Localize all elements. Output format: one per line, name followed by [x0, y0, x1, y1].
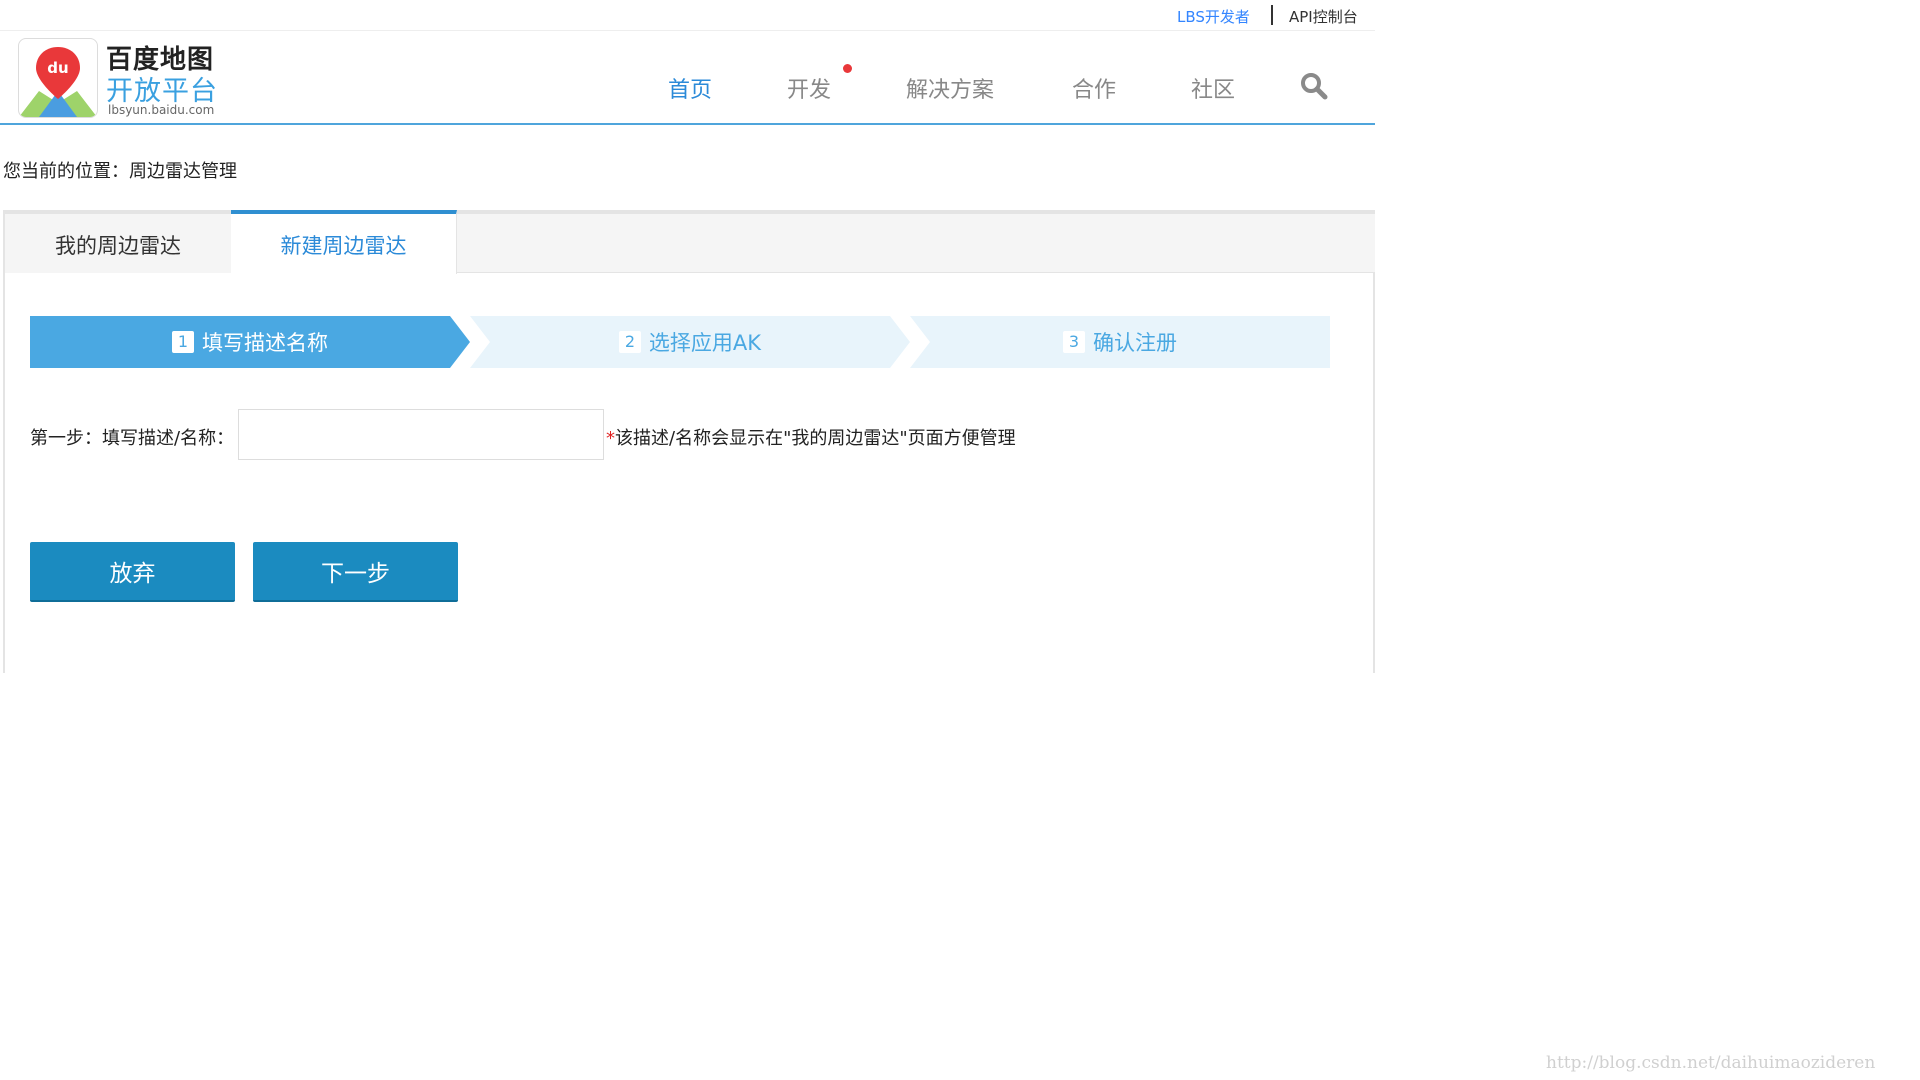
logo-badge-text: du: [47, 59, 68, 77]
tab-my-radar[interactable]: 我的周边雷达: [5, 210, 231, 273]
nav-community[interactable]: 社区: [1191, 72, 1235, 104]
map-pin-logo-icon: du: [19, 47, 97, 117]
logo-url: lbsyun.baidu.com: [108, 103, 215, 117]
step-1-label: 填写描述名称: [202, 331, 328, 355]
tab-bar: 我的周边雷达 新建周边雷达: [5, 210, 1375, 274]
lbs-developer-link[interactable]: LBS开发者: [1177, 6, 1250, 27]
step-2-label: 选择应用AK: [648, 331, 762, 355]
api-console-link[interactable]: API控制台: [1289, 6, 1358, 27]
nav-home[interactable]: 首页: [668, 72, 712, 104]
description-hint-text: 该描述/名称会显示在"我的周边雷达"页面方便管理: [615, 428, 1016, 449]
watermark: http://blog.csdn.net/daihuimaozideren: [1546, 1053, 1876, 1073]
breadcrumb: 您当前的位置：周边雷达管理: [3, 157, 237, 183]
description-input[interactable]: [238, 409, 604, 460]
step-1-number: 1: [172, 331, 194, 353]
breadcrumb-current: 周边雷达管理: [129, 161, 237, 182]
step-3-number: 3: [1063, 331, 1085, 353]
cancel-button[interactable]: 放弃: [30, 542, 235, 602]
site-header: du 百度地图 开放平台 lbsyun.baidu.com 首页 开发 解决方案…: [0, 31, 1375, 125]
topbar-divider: [1271, 5, 1273, 25]
top-utility-bar: LBS开发者 API控制台: [0, 0, 1375, 31]
step-progress: 1 填写描述名称 2 选择应用AK 3 确认注册: [30, 316, 1330, 368]
search-icon[interactable]: [1299, 71, 1329, 101]
nav-solutions[interactable]: 解决方案: [906, 72, 994, 104]
description-label: 第一步：填写描述/名称：: [30, 428, 235, 449]
step-2-number: 2: [618, 331, 641, 353]
next-step-button[interactable]: 下一步: [253, 542, 458, 602]
notification-dot: [843, 64, 852, 73]
step-3-label: 确认注册: [1093, 331, 1177, 355]
required-mark: *: [606, 428, 615, 449]
step-3: 3 确认注册: [910, 316, 1330, 368]
nav-cooperation[interactable]: 合作: [1072, 72, 1116, 104]
radar-panel: 我的周边雷达 新建周边雷达 1 填写描述名称 2 选择应用AK 3 确认注册 第…: [3, 210, 1375, 673]
step-1: 1 填写描述名称: [30, 316, 470, 368]
nav-develop[interactable]: 开发: [787, 72, 831, 104]
baidu-map-logo-icon[interactable]: du: [18, 38, 98, 118]
tab-new-radar[interactable]: 新建周边雷达: [231, 210, 457, 274]
description-hint: *该描述/名称会显示在"我的周边雷达"页面方便管理: [606, 424, 1016, 450]
breadcrumb-prefix: 您当前的位置：: [3, 161, 129, 182]
step-2: 2 选择应用AK: [470, 316, 910, 368]
